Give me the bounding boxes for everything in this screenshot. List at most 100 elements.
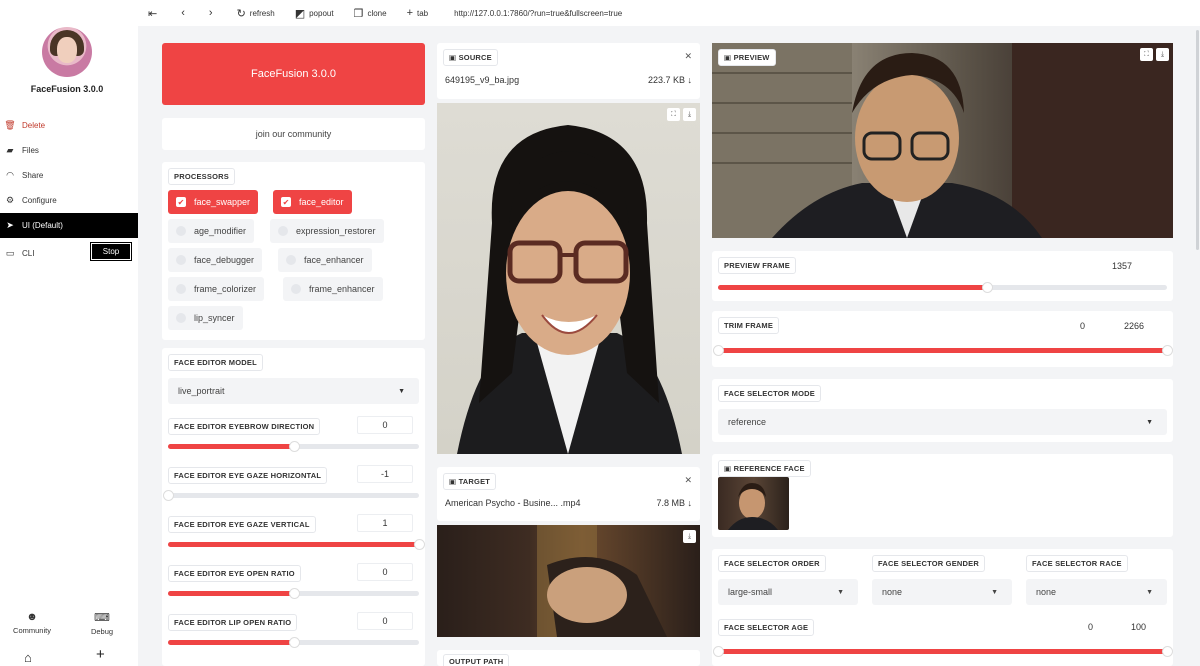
- processors-panel: PROCESSORS ✔ face_swapper ✔ face_editor ag…: [162, 162, 425, 340]
- face-selector-mode-select[interactable]: reference ▼: [718, 409, 1167, 435]
- sidebar: FaceFusion 3.0.0 🗑 Delete ▰ Files ◠ Shar…: [0, 0, 138, 666]
- sidebar-item-configure[interactable]: ⚙ Configure: [0, 188, 138, 213]
- slider-track[interactable]: [163, 490, 419, 501]
- preview-frame-slider[interactable]: [718, 282, 1167, 293]
- processor-face-editor[interactable]: ✔ face_editor: [273, 190, 352, 214]
- trim-start-value[interactable]: 0: [1080, 321, 1085, 331]
- processor-expression-restorer[interactable]: expression_restorer: [270, 219, 384, 243]
- face-editor-model-select[interactable]: live_portrait ▼: [168, 378, 419, 404]
- age-start-value[interactable]: 0: [1088, 622, 1093, 632]
- slider-value[interactable]: 0: [357, 612, 413, 630]
- sidebar-item-ui-default[interactable]: ➤ UI (Default): [0, 213, 138, 238]
- sidebar-item-share[interactable]: ◠ Share: [0, 163, 138, 188]
- checkbox-icon: [286, 255, 296, 265]
- processors-label: PROCESSORS: [168, 168, 235, 185]
- processor-age-modifier[interactable]: age_modifier: [168, 219, 255, 243]
- caret-down-icon: ▼: [991, 588, 998, 596]
- face-selector-age-slider[interactable]: [713, 646, 1173, 657]
- slider-value[interactable]: 1: [357, 514, 413, 532]
- clone-label: clone: [367, 8, 387, 18]
- select-value: reference: [728, 417, 767, 427]
- slider-thumb[interactable]: [288, 441, 300, 452]
- community-button[interactable]: ☻ Community: [7, 611, 57, 635]
- slider-value[interactable]: -1: [357, 465, 413, 483]
- slider-thumb[interactable]: [288, 637, 300, 648]
- community-link[interactable]: join our community: [162, 118, 425, 150]
- target-video[interactable]: ⤓: [437, 525, 700, 637]
- source-file-size: 223.7 KB ↓: [647, 75, 692, 85]
- face-selector-panel: FACE SELECTOR ORDER FACE SELECTOR GENDER…: [712, 549, 1173, 666]
- slider-thumb[interactable]: [163, 490, 174, 501]
- url-bar[interactable]: http://127.0.0.1:7860/?run=true&fullscre…: [454, 9, 622, 18]
- slider-thumb-end[interactable]: [1162, 646, 1173, 657]
- slider-value[interactable]: 0: [357, 416, 413, 434]
- slider-fill: [168, 640, 294, 645]
- avatar: [42, 27, 92, 77]
- trim-frame-slider[interactable]: [713, 345, 1173, 356]
- face-selector-order-select[interactable]: large-small ▼: [718, 579, 858, 605]
- popout-button[interactable]: ◩ popout: [295, 7, 334, 20]
- popout-icon: ◩: [294, 7, 306, 20]
- facefusion-title-button[interactable]: FaceFusion 3.0.0: [162, 43, 425, 105]
- sidebar-item-delete[interactable]: 🗑 Delete: [0, 113, 138, 138]
- trim-end-value[interactable]: 2266: [1124, 321, 1144, 331]
- source-file-row[interactable]: 649195_v9_ba.jpg 223.7 KB ↓: [445, 75, 692, 85]
- close-icon[interactable]: ✕: [684, 475, 692, 486]
- fullscreen-icon[interactable]: ⛶: [667, 108, 680, 121]
- target-file-row[interactable]: American Psycho - Busine... .mp4 7.8 MB …: [445, 498, 692, 508]
- toolbar: ⇤ ‹ › ↻ refresh ◩ popout ❐ clone + tab h…: [138, 0, 1200, 26]
- processor-frame-colorizer[interactable]: frame_colorizer: [168, 277, 265, 301]
- face-selector-race-select[interactable]: none ▼: [1026, 579, 1167, 605]
- preview-image: ▣ PREVIEW ⛶ ⤓: [712, 43, 1173, 238]
- checkbox-icon: [291, 284, 301, 294]
- download-icon[interactable]: ⤓: [683, 530, 696, 543]
- slider-thumb-start[interactable]: [713, 345, 724, 356]
- plus-icon[interactable]: +: [96, 646, 105, 663]
- back-icon[interactable]: ‹: [181, 7, 189, 19]
- collapse-icon[interactable]: ⇤: [148, 7, 161, 20]
- slider-value[interactable]: 0: [357, 563, 413, 581]
- stop-button[interactable]: Stop: [90, 242, 132, 261]
- popout-label: popout: [309, 8, 334, 18]
- target-file-name: American Psycho - Busine... .mp4: [445, 498, 581, 508]
- processor-frame-enhancer[interactable]: frame_enhancer: [283, 277, 383, 301]
- target-panel: ▣ TARGET ✕ American Psycho - Busine... .…: [437, 467, 700, 521]
- checkbox-icon: [278, 226, 288, 236]
- sidebar-item-cli[interactable]: ▭ CLI Stop: [0, 238, 138, 268]
- slider-track[interactable]: [168, 588, 419, 599]
- slider-thumb-end[interactable]: [1162, 345, 1173, 356]
- slider-label: FACE EDITOR EYE GAZE HORIZONTAL: [168, 467, 328, 484]
- face-selector-race-label: FACE SELECTOR RACE: [1026, 555, 1128, 572]
- slider-thumb[interactable]: [414, 539, 425, 550]
- slider-track[interactable]: [168, 637, 419, 648]
- reference-face-thumbnail[interactable]: [718, 477, 789, 530]
- checkbox-icon: [176, 284, 186, 294]
- sidebar-item-files[interactable]: ▰ Files: [0, 138, 138, 163]
- processor-lip-syncer[interactable]: lip_syncer: [168, 306, 243, 330]
- clone-button[interactable]: ❐ clone: [354, 7, 387, 20]
- refresh-button[interactable]: ↻ refresh: [237, 7, 275, 20]
- processor-face-swapper[interactable]: ✔ face_swapper: [168, 190, 259, 214]
- download-icon[interactable]: ⤓: [1156, 48, 1169, 61]
- slider-thumb[interactable]: [288, 588, 300, 599]
- processor-face-enhancer[interactable]: face_enhancer: [278, 248, 372, 272]
- home-icon[interactable]: ⌂: [24, 650, 32, 665]
- slider-track[interactable]: [168, 539, 425, 550]
- download-icon[interactable]: ⤓: [683, 108, 696, 121]
- age-end-value[interactable]: 100: [1131, 622, 1146, 632]
- slider-thumb-start[interactable]: [713, 646, 724, 657]
- rocket-icon: ➤: [6, 220, 14, 230]
- slider-track[interactable]: [168, 441, 419, 452]
- face-selector-gender-select[interactable]: none ▼: [872, 579, 1012, 605]
- reference-face-label-text: REFERENCE FACE: [733, 464, 805, 473]
- page-scrollbar[interactable]: [1196, 30, 1199, 250]
- close-icon[interactable]: ✕: [684, 51, 692, 62]
- debug-button[interactable]: ⌨ Debug: [77, 611, 127, 636]
- forward-icon[interactable]: ›: [209, 7, 217, 19]
- fullscreen-icon[interactable]: ⛶: [1140, 48, 1153, 61]
- tab-button[interactable]: + tab: [407, 7, 429, 19]
- processor-face-debugger[interactable]: face_debugger: [168, 248, 263, 272]
- face-selector-order-label: FACE SELECTOR ORDER: [718, 555, 826, 572]
- slider-thumb[interactable]: [982, 282, 994, 293]
- preview-frame-value[interactable]: 1357: [1112, 261, 1132, 271]
